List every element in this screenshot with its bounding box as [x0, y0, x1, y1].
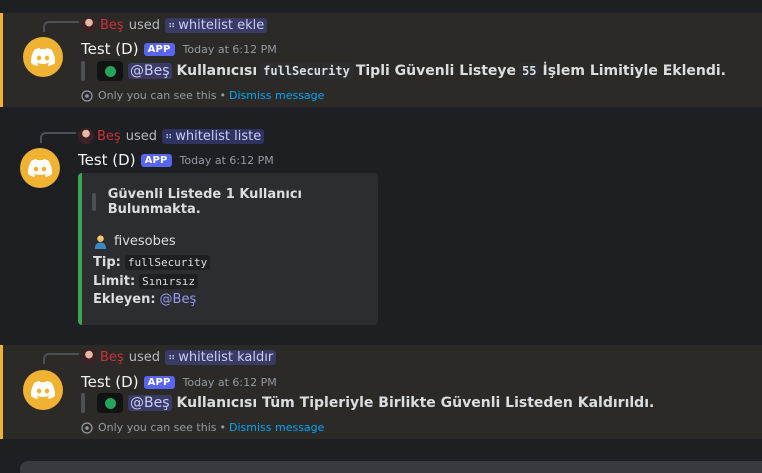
message-input-bar[interactable] [20, 461, 762, 473]
ephemeral-note-text: Only you can see this [98, 421, 217, 434]
bot-avatar[interactable] [20, 148, 60, 188]
blockquote-bar [81, 393, 85, 413]
command-chip[interactable]: ⠶ whitelist liste [161, 128, 265, 144]
ephemeral-note: Only you can see this • Dismiss message [81, 89, 324, 102]
online-status [97, 393, 123, 413]
bot-name[interactable]: Test (D) [78, 151, 136, 169]
command-chip[interactable]: ⠶ whitelist kaldır [164, 349, 277, 365]
content-text-mid: Tipli Güvenli Listeye [355, 63, 517, 79]
message-header: Test (D) APP Today at 6:12 PM [81, 373, 277, 391]
user-mini-avatar[interactable] [81, 349, 97, 365]
embed-added-label: Ekleyen: [93, 292, 156, 307]
embed-added-mention[interactable]: @Beş [160, 292, 197, 307]
embed-tip-label: Tip: [93, 255, 121, 270]
eye-icon [81, 89, 93, 102]
content-text: Kullanıcısı [176, 63, 258, 79]
blockquote-bar [92, 193, 96, 211]
app-tag: APP [143, 42, 175, 56]
embed-tip-value: fullSecurity [124, 255, 211, 270]
command-name: whitelist ekle [178, 17, 265, 33]
content-text: Kullanıcısı Tüm Tipleriyle Birlikte Güve… [176, 395, 655, 411]
message-content: @Beş Kullanıcısı Tüm Tipleriyle Birlikte… [81, 393, 654, 413]
embed-quote-text: Güvenli Listede 1 Kullanıcı Bulunmakta. [107, 187, 302, 217]
bot-avatar[interactable] [23, 37, 63, 77]
dismiss-message-link[interactable]: Dismiss message [229, 421, 324, 434]
inline-code: fullSecurity [260, 63, 353, 79]
embed-quote: Güvenli Listede 1 Kullanıcı Bulunmakta. [92, 187, 378, 217]
slash-command-icon: ⠶ [164, 130, 173, 142]
message-header: Test (D) APP Today at 6:12 PM [81, 40, 277, 58]
app-tag: APP [143, 375, 175, 389]
embed-limit-line: Limit: Sınırsız [93, 274, 199, 289]
embed-username: fivesobes [114, 234, 176, 249]
ephemeral-note-text: Only you can see this [98, 89, 217, 102]
embed-tip-line: Tip: fullSecurity [93, 255, 211, 270]
embed-user-line: fivesobes [93, 234, 180, 249]
message-content: @Beş Kullanıcısı fullSecurity Tipli Güve… [81, 61, 726, 81]
command-reply[interactable]: Beş used ⠶ whitelist ekle [81, 16, 268, 34]
bot-name[interactable]: Test (D) [81, 40, 139, 58]
discord-logo-icon [28, 159, 52, 177]
online-dot-icon [104, 397, 116, 409]
note-separator: • [219, 89, 227, 102]
reply-connector [43, 21, 79, 32]
reply-connector [43, 353, 79, 364]
reply-used-text: used [128, 17, 160, 33]
ephemeral-note: Only you can see this • Dismiss message [81, 421, 324, 434]
command-name: whitelist liste [175, 128, 262, 144]
blockquote-bar [81, 61, 85, 81]
embed-added-line: Ekleyen: @Beş [93, 292, 196, 307]
message-header: Test (D) APP Today at 6:12 PM [78, 151, 274, 169]
reply-used-text: used [128, 349, 160, 365]
app-tag: APP [140, 153, 172, 167]
slash-command-icon: ⠶ [167, 19, 176, 31]
discord-logo-icon [31, 48, 55, 66]
embed-limit-label: Limit: [93, 274, 136, 289]
note-separator: • [219, 421, 227, 434]
timestamp[interactable]: Today at 6:12 PM [183, 43, 277, 56]
command-reply[interactable]: Beş used ⠶ whitelist kaldır [81, 348, 277, 366]
message-whitelist-kaldir: Beş used ⠶ whitelist kaldır Test (D) APP… [0, 345, 762, 439]
timestamp[interactable]: Today at 6:12 PM [180, 154, 274, 167]
user-mini-avatar[interactable] [81, 17, 97, 33]
slash-command-icon: ⠶ [167, 351, 176, 363]
command-chip[interactable]: ⠶ whitelist ekle [164, 17, 268, 33]
command-name: whitelist kaldır [178, 349, 274, 365]
user-mention[interactable]: @Beş [128, 395, 172, 411]
dismiss-message-link[interactable]: Dismiss message [229, 89, 324, 102]
reply-username[interactable]: Beş [97, 129, 121, 144]
inline-code-limit: 55 [519, 63, 540, 79]
reply-username[interactable]: Beş [100, 18, 124, 33]
user-mention[interactable]: @Beş [128, 63, 172, 79]
reply-username[interactable]: Beş [100, 350, 124, 365]
reply-connector [40, 132, 76, 143]
command-reply[interactable]: Beş used ⠶ whitelist liste [78, 127, 265, 145]
whitelist-embed: Güvenli Listede 1 Kullanıcı Bulunmakta. … [78, 173, 378, 325]
message-whitelist-ekle: Beş used ⠶ whitelist ekle Test (D) APP T… [0, 13, 762, 107]
eye-icon [81, 421, 93, 434]
person-emoji-icon [94, 235, 107, 249]
timestamp[interactable]: Today at 6:12 PM [183, 376, 277, 389]
reply-used-text: used [125, 128, 157, 144]
discord-logo-icon [31, 381, 55, 399]
bot-name[interactable]: Test (D) [81, 373, 139, 391]
bot-avatar[interactable] [23, 370, 63, 410]
embed-limit-value: Sınırsız [139, 274, 199, 289]
content-text-end: İşlem Limitiyle Eklendi. [542, 63, 726, 79]
online-status [97, 61, 123, 81]
user-mini-avatar[interactable] [78, 128, 94, 144]
online-dot-icon [104, 65, 116, 77]
